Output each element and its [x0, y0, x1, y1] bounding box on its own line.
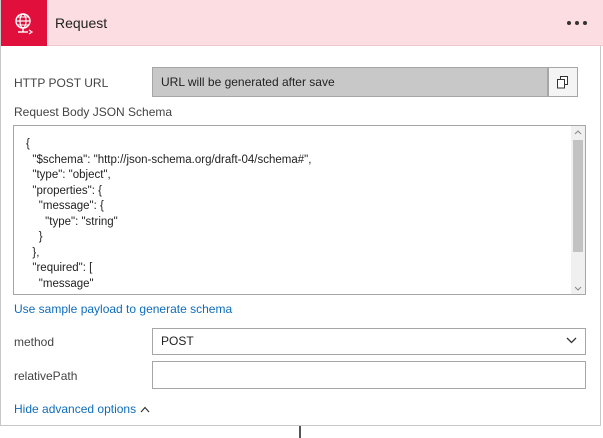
- relative-path-label: relativePath: [14, 369, 78, 383]
- method-value: POST: [161, 334, 194, 348]
- method-select[interactable]: POST: [152, 328, 586, 355]
- chevron-up-icon: [140, 406, 150, 413]
- relative-path-input[interactable]: [152, 361, 586, 389]
- schema-label: Request Body JSON Schema: [14, 105, 173, 119]
- http-post-url-label: HTTP POST URL: [14, 76, 109, 90]
- method-label: method: [14, 335, 55, 349]
- globe-request-icon: [1, 0, 47, 46]
- flow-connector-line: [299, 426, 301, 438]
- generate-schema-link[interactable]: Use sample payload to generate schema: [14, 302, 232, 316]
- hide-advanced-options-link[interactable]: Hide advanced options: [14, 402, 150, 416]
- ellipsis-icon: [567, 21, 587, 25]
- schema-scrollbar[interactable]: [571, 126, 585, 294]
- chevron-down-icon: [566, 337, 577, 344]
- request-trigger-card: Request HTTP POST URL URL will be genera…: [0, 0, 603, 426]
- scroll-thumb[interactable]: [573, 140, 583, 252]
- schema-editor[interactable]: { "$schema": "http://json-schema.org/dra…: [13, 125, 586, 295]
- card-title: Request: [55, 15, 108, 31]
- copy-icon: [557, 75, 568, 88]
- copy-url-button[interactable]: [548, 67, 578, 97]
- card-header[interactable]: Request: [1, 0, 603, 46]
- hide-advanced-label: Hide advanced options: [14, 402, 137, 416]
- scroll-up-icon[interactable]: [571, 126, 585, 138]
- schema-text[interactable]: { "$schema": "http://json-schema.org/dra…: [14, 137, 311, 292]
- scroll-down-icon[interactable]: [571, 282, 585, 294]
- http-post-url-field[interactable]: URL will be generated after save: [152, 67, 548, 97]
- more-options-button[interactable]: [564, 0, 590, 46]
